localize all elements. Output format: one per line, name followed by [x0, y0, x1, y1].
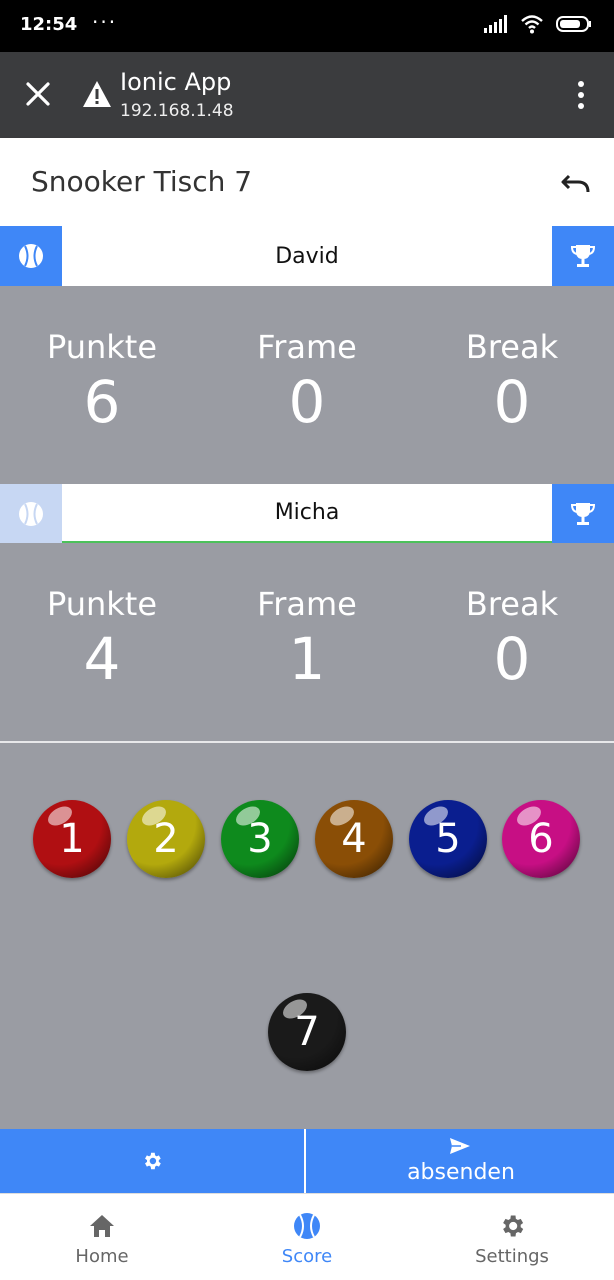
- status-dots: ···: [92, 10, 118, 34]
- action-bar: absenden: [0, 1129, 614, 1193]
- ball-icon: [19, 502, 43, 526]
- trophy-icon: [570, 245, 596, 267]
- signal-icon: [484, 15, 507, 33]
- options-button[interactable]: [0, 1129, 306, 1193]
- ball-7[interactable]: 7: [268, 993, 346, 1071]
- tab-bar: Home Score Settings: [0, 1193, 614, 1280]
- score-label: Break: [465, 585, 559, 623]
- score-label: Frame: [257, 585, 357, 623]
- status-icons: [484, 14, 592, 34]
- score-break: Break 0: [410, 328, 614, 436]
- ball-4[interactable]: 4: [315, 800, 393, 878]
- tab-score[interactable]: Score: [205, 1194, 409, 1280]
- score-label: Punkte: [46, 328, 158, 366]
- player-row-micha: Micha: [0, 484, 614, 544]
- battery-icon: [556, 16, 591, 32]
- score-value: 0: [493, 625, 531, 693]
- ball-label: 4: [341, 816, 367, 862]
- app-header: Snooker Tisch 7: [0, 138, 614, 226]
- score-frame: Frame 1: [205, 585, 409, 693]
- ball-label: 5: [435, 816, 461, 862]
- ball-label: 1: [59, 816, 85, 862]
- player-active-button[interactable]: [0, 484, 62, 544]
- ball-6[interactable]: 6: [502, 800, 580, 878]
- score-value: 0: [288, 368, 326, 436]
- ball-label: 3: [247, 816, 273, 862]
- tab-label: Home: [75, 1246, 129, 1267]
- player-active-button[interactable]: [0, 226, 62, 286]
- browser-url: 192.168.1.48: [120, 101, 234, 121]
- score-panel-micha: Punkte 4 Frame 1 Break 0: [0, 543, 614, 741]
- score-punkte: Punkte 6: [0, 328, 204, 436]
- send-label: absenden: [407, 1160, 515, 1185]
- player-row-david: David: [0, 226, 614, 286]
- trophy-icon: [570, 503, 596, 525]
- gear-icon: [145, 1152, 161, 1170]
- status-time: 12:54: [20, 14, 78, 35]
- score-punkte: Punkte 4: [0, 585, 204, 693]
- trophy-button[interactable]: [552, 226, 614, 286]
- more-vert-icon[interactable]: [574, 80, 588, 110]
- tab-label: Score: [281, 1246, 333, 1267]
- ball-label: 6: [528, 816, 554, 862]
- page-title: Snooker Tisch 7: [31, 165, 253, 198]
- ball-icon: [294, 1213, 320, 1239]
- ball-icon: [19, 244, 43, 268]
- tab-settings[interactable]: Settings: [410, 1194, 614, 1280]
- score-value: 4: [83, 625, 121, 693]
- close-icon[interactable]: [22, 78, 54, 110]
- score-frame: Frame 0: [205, 328, 409, 436]
- browser-title: Ionic App: [120, 68, 232, 96]
- score-break: Break 0: [410, 585, 614, 693]
- ball-5[interactable]: 5: [409, 800, 487, 878]
- score-panel-david: Punkte 6 Frame 0 Break 0: [0, 286, 614, 484]
- tab-home[interactable]: Home: [0, 1194, 204, 1280]
- home-icon: [90, 1215, 114, 1237]
- ball-1[interactable]: 1: [33, 800, 111, 878]
- score-label: Frame: [257, 328, 357, 366]
- ball-label: 2: [153, 816, 179, 862]
- player-name: Micha: [62, 484, 552, 544]
- score-label: Punkte: [46, 585, 158, 623]
- score-value: 0: [493, 368, 531, 436]
- status-bar: 12:54 ···: [0, 0, 614, 52]
- send-icon: [450, 1138, 470, 1154]
- score-value: 1: [288, 625, 326, 693]
- wifi-icon: [521, 15, 543, 34]
- score-label: Break: [465, 328, 559, 366]
- undo-icon[interactable]: [560, 168, 592, 196]
- tab-label: Settings: [475, 1246, 549, 1267]
- gear-icon: [503, 1215, 524, 1237]
- warning-icon: [83, 81, 111, 107]
- ball-label: 7: [294, 1009, 320, 1055]
- browser-toolbar: Ionic App 192.168.1.48: [0, 52, 614, 138]
- score-value: 6: [83, 368, 121, 436]
- trophy-button[interactable]: [552, 484, 614, 544]
- ball-area: 1 2 3 4 5 6 7: [0, 743, 614, 1129]
- ball-2[interactable]: 2: [127, 800, 205, 878]
- ball-3[interactable]: 3: [221, 800, 299, 878]
- player-name: David: [275, 243, 339, 269]
- send-button[interactable]: absenden: [308, 1129, 614, 1193]
